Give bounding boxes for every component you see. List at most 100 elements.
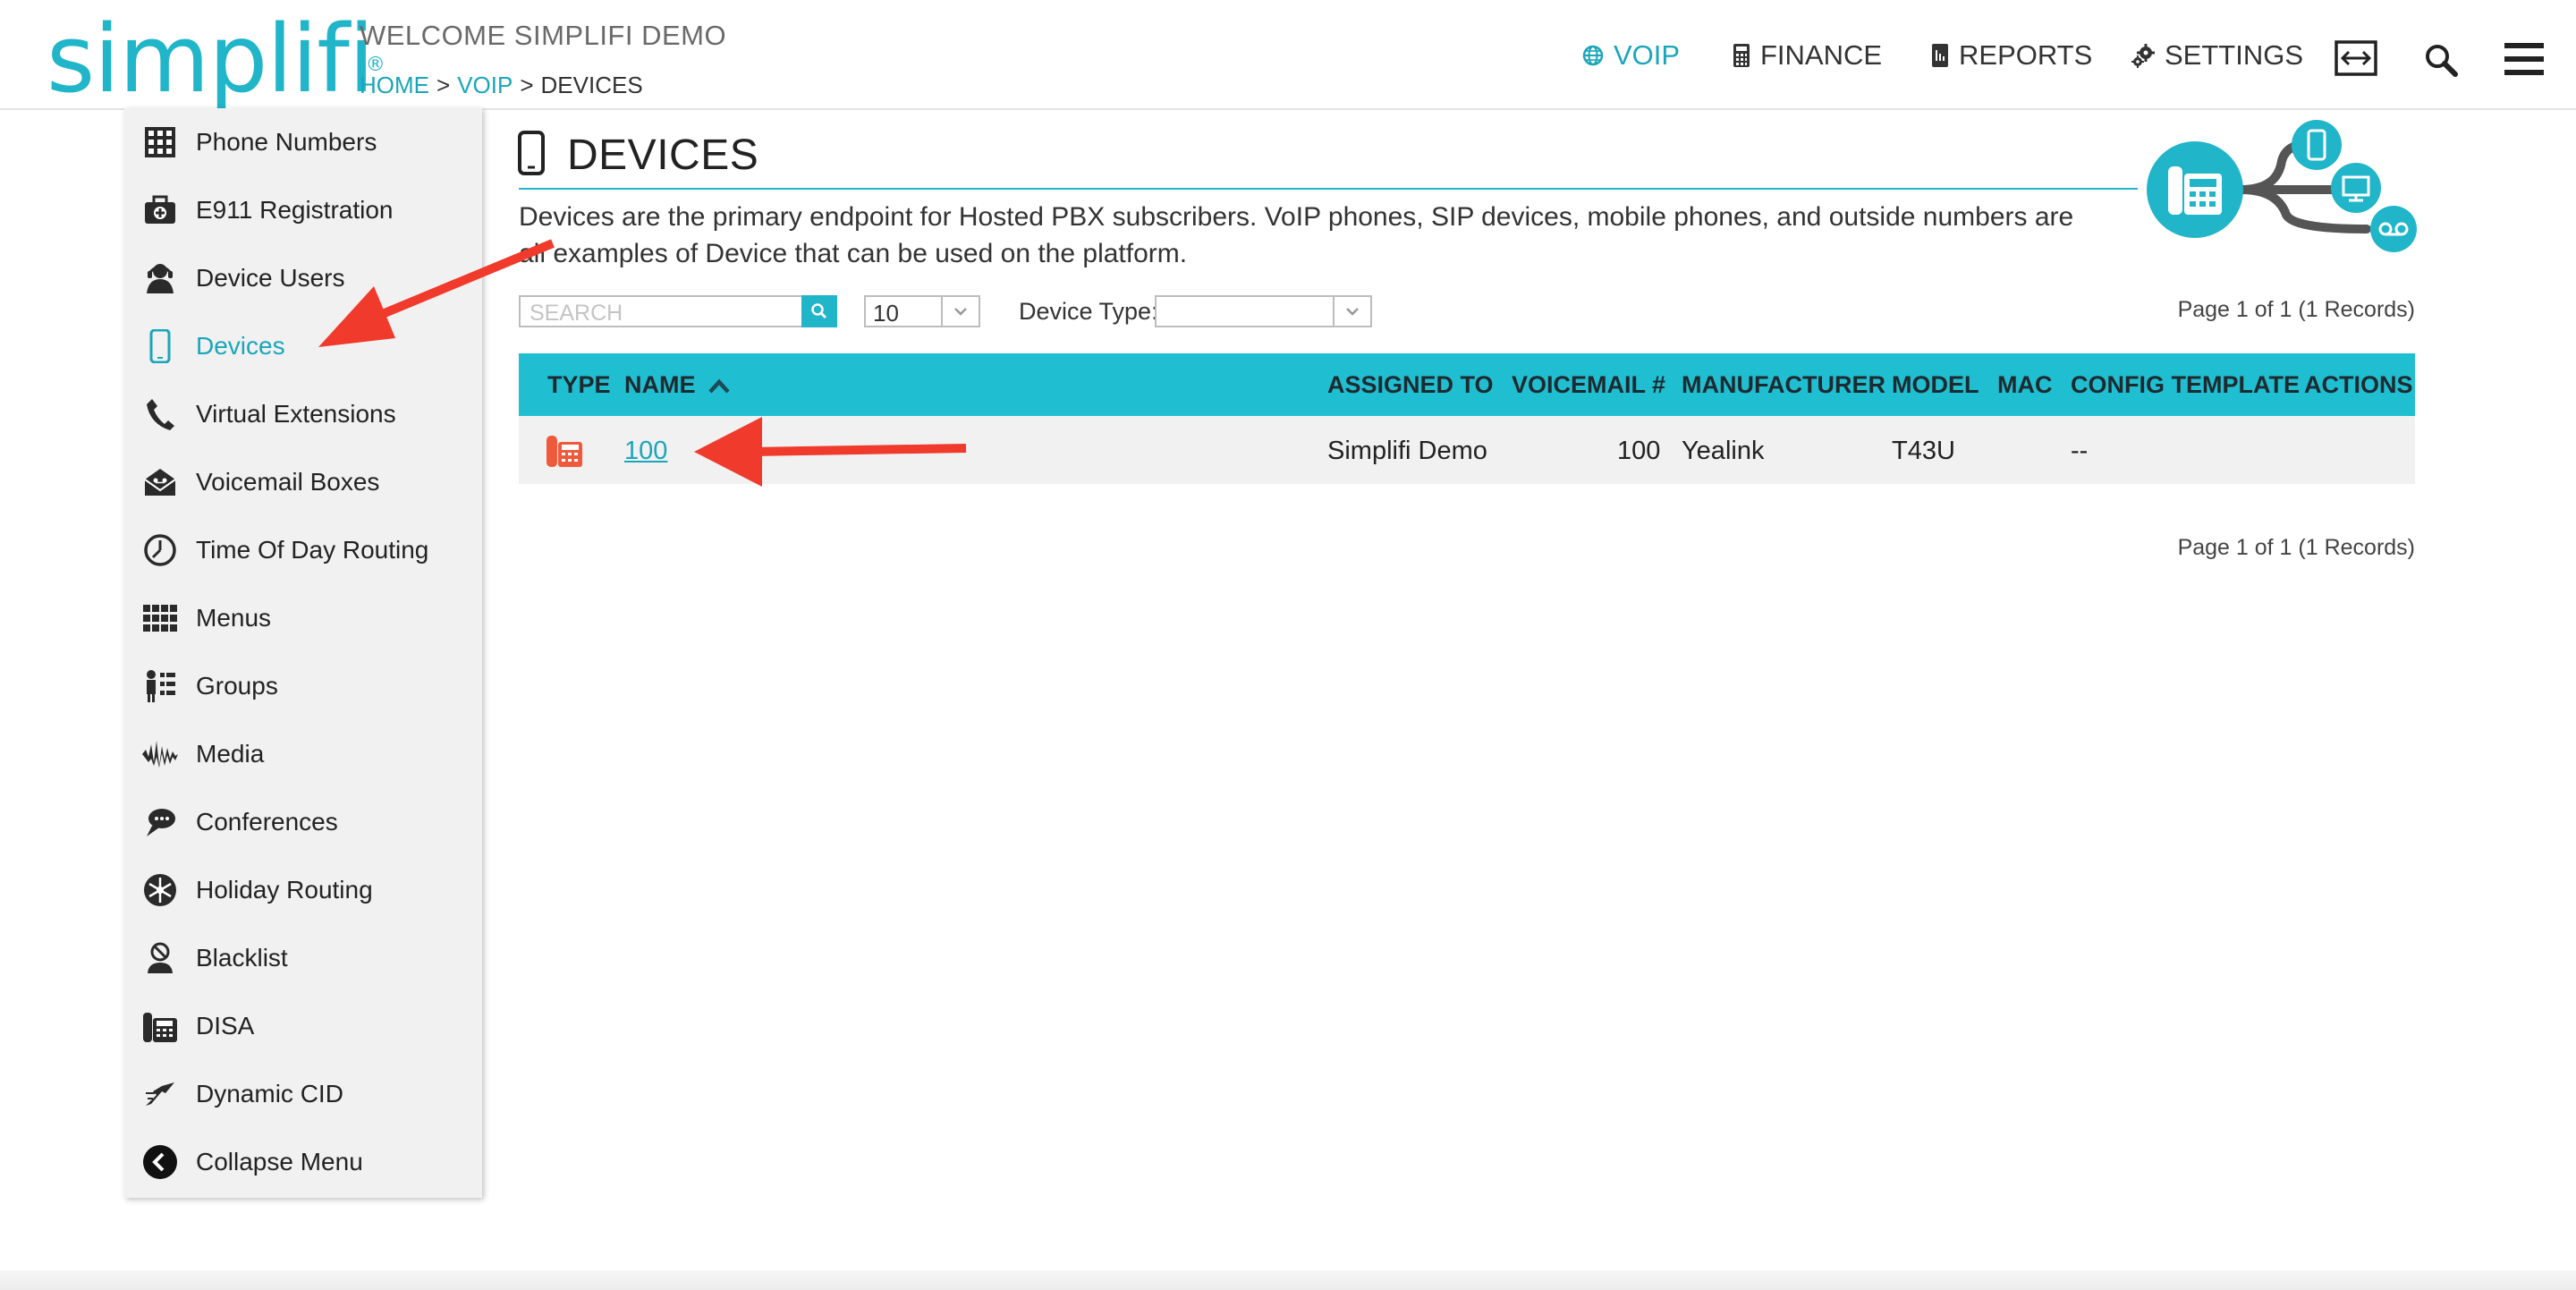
chevron-down-icon	[1333, 297, 1370, 326]
sidebar-item-menus[interactable]: Menus	[124, 584, 482, 652]
sidebar-item-label: Device Users	[196, 264, 345, 292]
sidebar-item-voicemail-boxes[interactable]: Voicemail Boxes	[124, 448, 482, 516]
sidebar-item-label: Dynamic CID	[196, 1080, 343, 1108]
desk-phone-icon	[546, 432, 583, 472]
device-type-select[interactable]	[1155, 295, 1372, 327]
nav-finance-label: FINANCE	[1760, 39, 1883, 71]
column-header-config-template[interactable]: CONFIG TEMPLATE	[2071, 371, 2300, 399]
sidebar-item-label: Media	[196, 740, 265, 768]
page-title-device-icon	[517, 131, 546, 180]
page-size-select[interactable]: 10	[864, 295, 980, 327]
nav-settings[interactable]: SETTINGS	[2131, 39, 2303, 72]
collapse-left-icon	[142, 1144, 178, 1180]
search-icon	[811, 303, 827, 319]
sidebar-item-collapse-menu[interactable]: Collapse Menu	[124, 1128, 482, 1196]
sidebar-item-label: Virtual Extensions	[196, 400, 396, 428]
nav-settings-label: SETTINGS	[2165, 39, 2304, 71]
column-header-name-label: NAME	[624, 371, 696, 398]
sidebar-item-disa[interactable]: DISA	[124, 992, 482, 1060]
cell-assigned-to: Simplifi Demo	[1327, 437, 1487, 465]
clock-icon	[142, 532, 178, 568]
device-type-label: Device Type:	[1019, 298, 1158, 325]
sidebar-item-devices[interactable]: Devices	[124, 312, 482, 380]
chevron-down-icon	[941, 297, 979, 326]
simplifi-logo[interactable]: simplifi ®	[47, 13, 386, 106]
nav-finance[interactable]: FINANCE	[1732, 39, 1882, 72]
pagination-info-bottom: Page 1 of 1 (1 Records)	[2177, 535, 2415, 560]
sidebar-item-media[interactable]: Media	[124, 720, 482, 788]
search-icon[interactable]	[2424, 43, 2458, 81]
sidebar-item-label: Groups	[196, 672, 278, 700]
device-name-link[interactable]: 100	[624, 437, 667, 466]
sidebar-item-label: Phone Numbers	[196, 128, 377, 156]
logo-text: simplifi	[47, 4, 375, 114]
calculator-icon	[1733, 44, 1750, 67]
sidebar-menu: Phone Numbers E911 Registration Device U…	[124, 108, 482, 1198]
search-input[interactable]	[528, 299, 791, 327]
sidebar-item-e911-registration[interactable]: E911 Registration	[124, 176, 482, 244]
title-divider	[519, 188, 2138, 190]
dynamic-cid-icon	[142, 1076, 178, 1112]
handset-icon	[142, 396, 178, 432]
search-field[interactable]	[519, 295, 837, 327]
sidebar-item-label: Holiday Routing	[196, 876, 373, 904]
voicemail-envelope-icon	[142, 464, 178, 500]
blocked-user-icon	[142, 940, 178, 976]
column-header-type[interactable]: TYPE	[547, 371, 611, 399]
column-header-voicemail[interactable]: VOICEMAIL #	[1512, 371, 1665, 399]
column-header-manufacturer[interactable]: MANUFACTURER	[1682, 371, 1885, 399]
breadcrumb: HOME > VOIP > DEVICES	[360, 72, 643, 99]
sidebar-item-conferences[interactable]: Conferences	[124, 788, 482, 856]
expand-icon[interactable]	[2334, 40, 2377, 81]
nav-voip[interactable]: VOIP	[1581, 39, 1680, 72]
column-header-model[interactable]: MODEL	[1892, 371, 1979, 399]
hamburger-menu-icon[interactable]	[2504, 41, 2544, 81]
sidebar-item-label: Menus	[196, 604, 272, 632]
search-button[interactable]	[801, 295, 837, 327]
device-users-icon	[142, 260, 178, 296]
breadcrumb-voip[interactable]: VOIP	[457, 72, 513, 98]
sidebar-item-groups[interactable]: Groups	[124, 652, 482, 720]
cell-manufacturer: Yealink	[1682, 437, 1765, 465]
breadcrumb-home[interactable]: HOME	[360, 72, 429, 98]
column-header-mac[interactable]: MAC	[1997, 371, 2053, 399]
nav-reports-label: REPORTS	[1959, 39, 2093, 71]
nav-reports[interactable]: REPORTS	[1930, 39, 2092, 72]
table-header: TYPE NAME ASSIGNED TO VOICEMAIL # MANUFA…	[519, 353, 2415, 416]
cell-model: T43U	[1892, 437, 1955, 465]
sidebar-item-label: Collapse Menu	[196, 1148, 363, 1175]
table-row[interactable]: 100 Simplifi Demo 100 Yealink T43U --	[519, 416, 2415, 484]
chat-bubble-icon	[142, 804, 178, 840]
report-icon	[1932, 44, 1948, 67]
sidebar-item-label: Devices	[196, 332, 285, 360]
page-description: Devices are the primary endpoint for Hos…	[519, 202, 2074, 268]
pagination-info-top: Page 1 of 1 (1 Records)	[2177, 297, 2415, 322]
sidebar-item-device-users[interactable]: Device Users	[124, 244, 482, 312]
nav-voip-label: VOIP	[1614, 39, 1681, 71]
page-title: DEVICES	[567, 132, 759, 179]
column-header-assigned-to[interactable]: ASSIGNED TO	[1327, 371, 1494, 399]
sidebar-item-dynamic-cid[interactable]: Dynamic CID	[124, 1060, 482, 1128]
sidebar-item-time-of-day-routing[interactable]: Time Of Day Routing	[124, 516, 482, 584]
sidebar-item-holiday-routing[interactable]: Holiday Routing	[124, 856, 482, 924]
breadcrumb-current: DEVICES	[540, 72, 643, 98]
sidebar-item-phone-numbers[interactable]: Phone Numbers	[124, 108, 482, 176]
sidebar-item-label: Voicemail Boxes	[196, 468, 380, 496]
phone-numbers-icon	[142, 124, 178, 160]
sidebar-item-virtual-extensions[interactable]: Virtual Extensions	[124, 380, 482, 448]
sidebar-item-label: Conferences	[196, 808, 338, 836]
grid-icon	[142, 600, 178, 636]
sidebar-item-blacklist[interactable]: Blacklist	[124, 924, 482, 992]
breadcrumb-separator: >	[520, 72, 534, 98]
top-header: simplifi ® WELCOME SIMPLIFI DEMO HOME > VOI…	[0, 0, 2576, 110]
waveform-icon	[142, 736, 178, 772]
breadcrumb-separator: >	[436, 72, 451, 98]
column-header-actions: ACTIONS	[2304, 371, 2413, 398]
gear-icon	[2131, 44, 2155, 68]
sort-ascending-icon	[708, 378, 730, 394]
desk-phone-icon	[142, 1008, 178, 1044]
sidebar-item-label: Blacklist	[196, 944, 288, 972]
column-header-name[interactable]: NAME	[624, 371, 731, 399]
sidebar-item-label: E911 Registration	[196, 196, 394, 224]
sidebar-item-label: DISA	[196, 1012, 255, 1040]
